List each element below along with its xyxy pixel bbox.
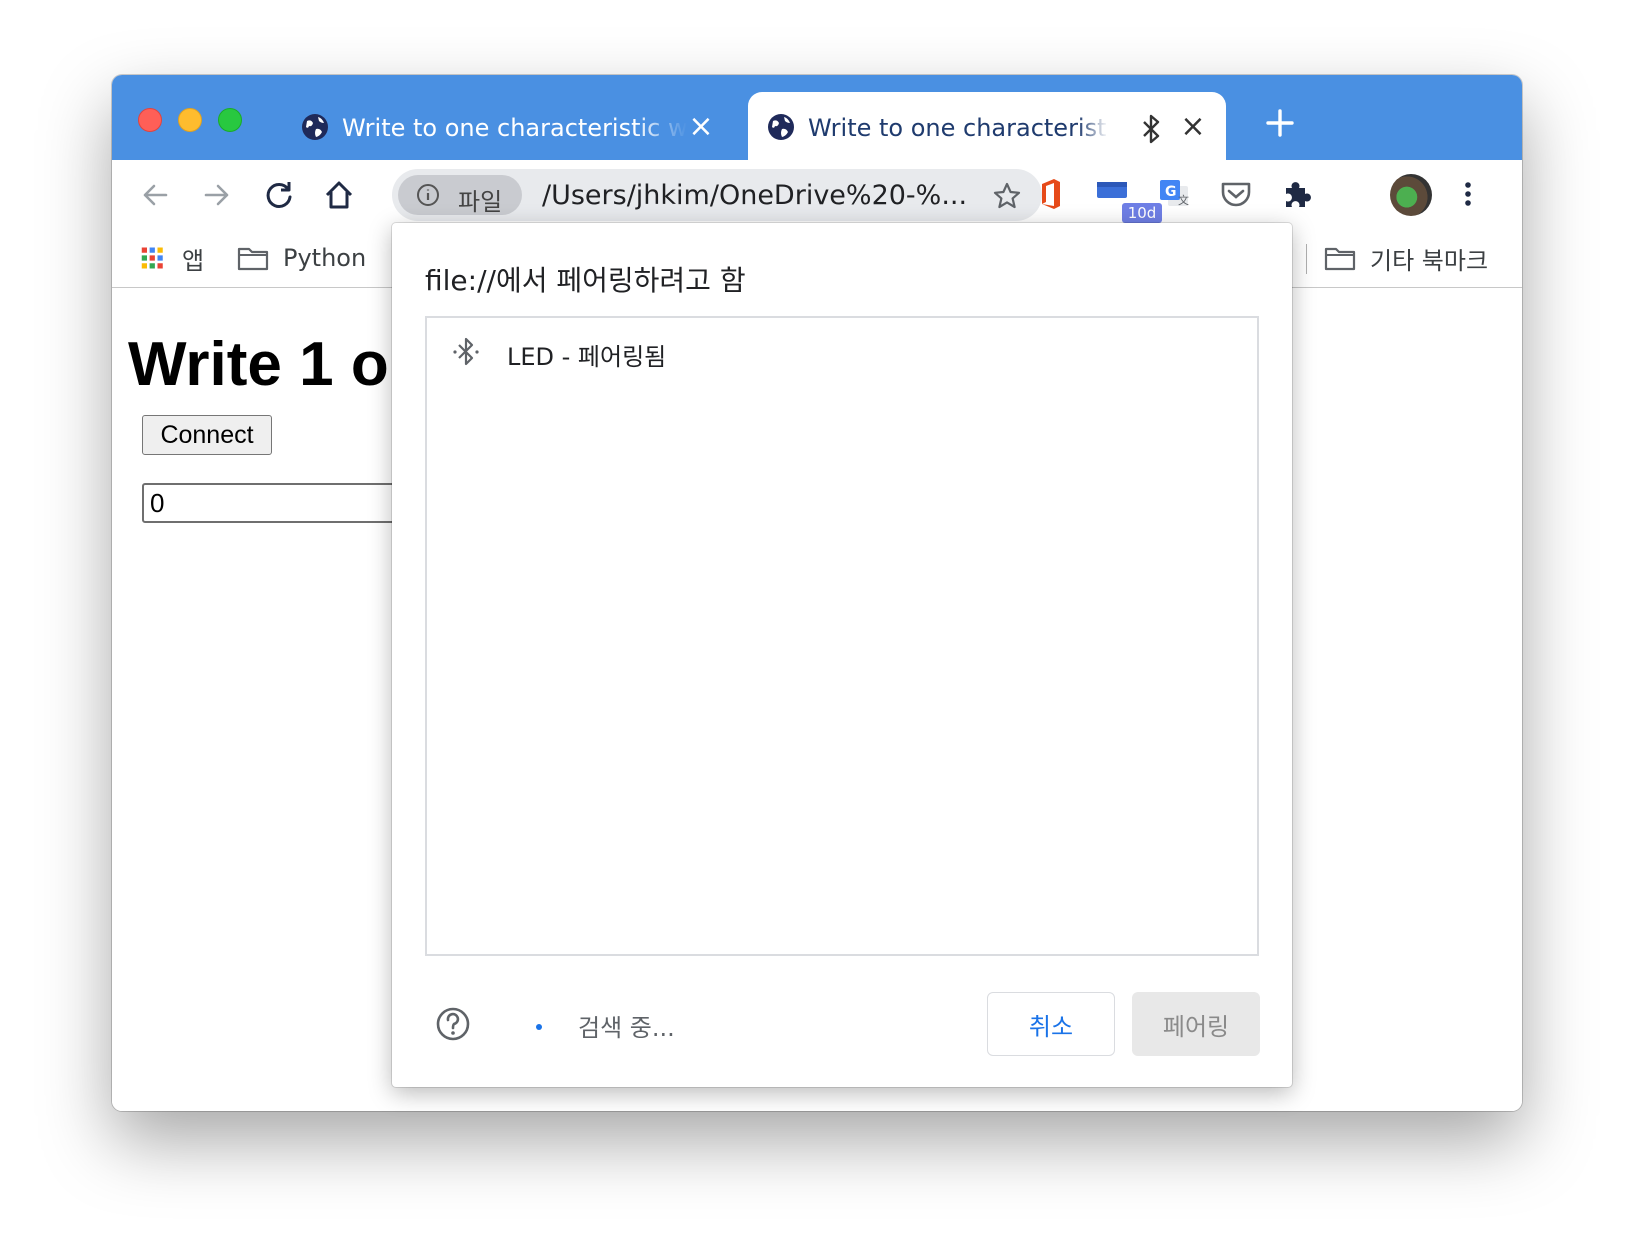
close-icon[interactable]: × bbox=[686, 112, 716, 142]
site-info-label: 파일 bbox=[458, 188, 503, 216]
avatar[interactable] bbox=[1390, 174, 1432, 216]
svg-text:G: G bbox=[1165, 184, 1177, 200]
back-icon[interactable] bbox=[138, 178, 172, 212]
site-info-chip[interactable]: 파일 bbox=[398, 175, 522, 216]
pocket-icon[interactable] bbox=[1218, 176, 1254, 212]
help-icon[interactable] bbox=[435, 1006, 471, 1042]
spinner bbox=[536, 1024, 542, 1030]
cancel-button[interactable]: 취소 bbox=[987, 992, 1115, 1056]
office-icon[interactable] bbox=[1032, 176, 1068, 212]
bookmark-separator bbox=[1306, 244, 1307, 274]
translate-icon[interactable]: G 文 bbox=[1156, 176, 1192, 212]
bookmark-python-label: Python bbox=[283, 244, 367, 272]
puzzle-icon[interactable] bbox=[1280, 176, 1316, 212]
toolbar: 파일 /Users/jhkim/OneDrive%20-%... 10d G 文 bbox=[112, 160, 1522, 230]
bookmark-other-label: 기타 북마크 bbox=[1370, 246, 1489, 275]
minimize-window-button[interactable] bbox=[178, 108, 202, 132]
home-icon[interactable] bbox=[322, 178, 356, 212]
pair-button[interactable]: 페어링 bbox=[1132, 992, 1260, 1056]
info-icon bbox=[417, 184, 439, 206]
globe-icon bbox=[302, 114, 328, 140]
zoom-window-button[interactable] bbox=[218, 108, 242, 132]
connect-button[interactable]: Connect bbox=[142, 415, 272, 455]
scan-status: 검색 중... bbox=[578, 1014, 675, 1042]
forward-icon[interactable] bbox=[200, 178, 234, 212]
folder-icon bbox=[1324, 247, 1356, 271]
star-icon[interactable] bbox=[992, 181, 1022, 211]
plus-icon[interactable] bbox=[1262, 105, 1298, 141]
bluetooth-icon bbox=[1143, 114, 1160, 144]
bookmark-apps[interactable]: 앱 bbox=[140, 242, 205, 275]
svg-text:文: 文 bbox=[1178, 193, 1189, 207]
bookmark-python-folder[interactable]: Python bbox=[237, 242, 366, 274]
address-bar[interactable]: 파일 /Users/jhkim/OneDrive%20-%... bbox=[392, 169, 1042, 221]
menu-icon[interactable] bbox=[1450, 176, 1486, 212]
tab-active[interactable]: Write to one characteristic × bbox=[748, 92, 1226, 160]
device-label: LED - 페어링됨 bbox=[507, 343, 667, 371]
bookmark-other-folder[interactable]: 기타 북마크 bbox=[1324, 242, 1489, 275]
tab-inactive[interactable]: Write to one characteristic with × bbox=[282, 92, 722, 160]
bluetooth-icon bbox=[453, 337, 479, 366]
tab-strip: Write to one characteristic with × Write… bbox=[112, 75, 1522, 160]
tab-title: Write to one characteristic with bbox=[342, 114, 687, 142]
globe-icon bbox=[768, 114, 794, 140]
reload-icon[interactable] bbox=[262, 178, 296, 212]
bluetooth-chooser-dialog: file://에서 페어링하려고 함 LED - 페어링됨 검색 중... 취소… bbox=[392, 223, 1292, 1087]
close-icon[interactable]: × bbox=[1178, 112, 1208, 142]
dialog-title: file://에서 페어링하려고 함 bbox=[425, 264, 746, 297]
folder-icon bbox=[237, 247, 269, 271]
apps-grid-icon bbox=[141, 247, 163, 269]
list-item[interactable]: LED - 페어링됨 bbox=[427, 318, 1257, 384]
close-window-button[interactable] bbox=[138, 108, 162, 132]
url-text[interactable]: /Users/jhkim/OneDrive%20-%... bbox=[542, 180, 967, 211]
device-list[interactable]: LED - 페어링됨 bbox=[425, 316, 1259, 956]
tab-title: Write to one characteristic bbox=[808, 114, 1108, 142]
bookmark-apps-label: 앱 bbox=[182, 246, 205, 275]
